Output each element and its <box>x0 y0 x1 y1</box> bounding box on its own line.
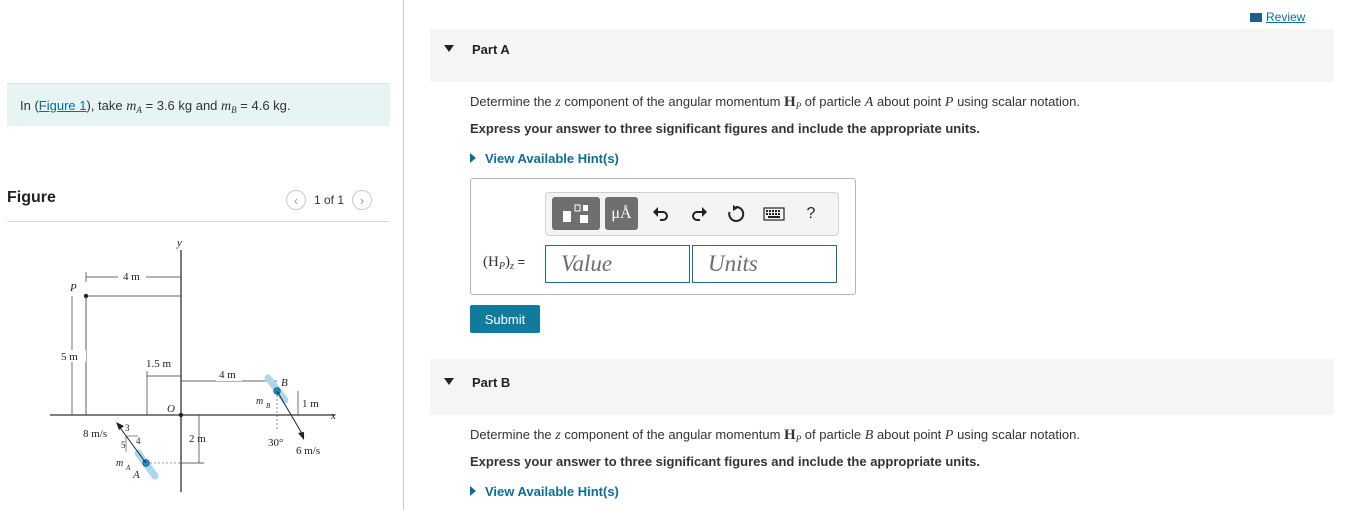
answer-label: (HP)z = <box>483 254 526 272</box>
templates-button[interactable] <box>552 197 600 230</box>
figure-pager: ‹ 1 of 1 › <box>286 190 373 210</box>
help-button[interactable]: ? <box>798 197 824 230</box>
mass-b-value: = 4.6 kg. <box>236 98 291 113</box>
x-axis-label: x <box>330 410 336 422</box>
slope-3: 3 <box>125 423 130 433</box>
part-a-header[interactable]: Part A <box>430 29 1334 82</box>
part-a-hint-toggle[interactable]: View Available Hint(s) <box>470 151 619 166</box>
part-a-title: Part A <box>472 42 510 57</box>
mass-b-symbol: m <box>221 99 232 114</box>
figure-title: Figure <box>7 189 56 206</box>
mass-b-sub: B <box>266 402 271 410</box>
left-panel: In (Figure 1), take mA = 3.6 kg and mB =… <box>0 0 403 510</box>
point-p-label: P <box>69 282 77 294</box>
units-input[interactable]: Units <box>692 245 837 283</box>
mass-b-label: m <box>256 396 263 407</box>
templates-icon <box>563 204 588 223</box>
reset-button[interactable] <box>723 197 749 230</box>
figure-divider <box>7 221 389 222</box>
velocity-b-label: 6 m/s <box>296 445 320 457</box>
next-figure-button[interactable]: › <box>352 190 373 210</box>
chevron-left-icon: ‹ <box>293 192 299 208</box>
problem-text: In ( <box>20 98 39 113</box>
part-b-header[interactable]: Part B <box>430 359 1334 415</box>
dim-1-5m: 1.5 m <box>146 358 172 370</box>
answer-box: μÅ ? (HP)z = Value Units <box>470 178 856 295</box>
review-label: Review <box>1266 10 1306 24</box>
dim-5m: 5 m <box>61 351 78 363</box>
mass-a-sub: A <box>125 464 131 472</box>
undo-button[interactable] <box>648 197 674 230</box>
part-b-title: Part B <box>472 375 511 390</box>
redo-button[interactable] <box>686 197 712 230</box>
figure-diagram: y x O P 4 m 5 m 1.5 m 4 m B m B 30° 6 m/… <box>50 237 336 492</box>
origin-point <box>178 412 184 418</box>
keyboard-icon <box>763 206 785 221</box>
part-b-instruction: Express your answer to three significant… <box>470 454 980 469</box>
panel-divider <box>403 0 404 510</box>
dim-4m-top: 4 m <box>123 271 140 283</box>
collapse-triangle-icon[interactable] <box>444 45 454 52</box>
figure-link[interactable]: Figure 1 <box>39 98 87 113</box>
part-b-hint-toggle[interactable]: View Available Hint(s) <box>470 484 619 499</box>
submit-button[interactable]: Submit <box>470 305 540 333</box>
collapse-triangle-icon[interactable] <box>444 378 454 385</box>
figure-page-count: 1 of 1 <box>314 193 345 207</box>
review-link[interactable]: Review <box>1250 10 1305 24</box>
mass-a-value: = 3.6 kg <box>141 98 193 113</box>
prev-figure-button[interactable]: ‹ <box>286 190 306 210</box>
mass-a-label: m <box>116 458 123 469</box>
angle-label: 30° <box>268 437 283 449</box>
slope-5: 5 <box>121 440 126 450</box>
mass-a-symbol: m <box>126 99 137 114</box>
velocity-a-label: 8 m/s <box>83 428 107 440</box>
origin-label: O <box>167 403 175 415</box>
problem-text: and <box>192 98 222 113</box>
undo-icon <box>653 206 668 221</box>
point-a-label: A <box>132 469 140 481</box>
point-b-label: B <box>281 377 288 389</box>
chevron-right-icon: › <box>359 192 365 208</box>
dim-1m: 1 m <box>302 398 319 410</box>
dim-4m-mid: 4 m <box>219 369 236 381</box>
redo-icon <box>692 206 707 221</box>
book-icon <box>1250 13 1262 22</box>
keyboard-button[interactable] <box>759 197 789 230</box>
slope-4: 4 <box>136 436 141 446</box>
caret-right-icon <box>470 486 476 496</box>
symbols-button[interactable]: μÅ <box>605 197 638 230</box>
part-a-question: Determine the z component of the angular… <box>470 94 1080 111</box>
value-input[interactable]: Value <box>545 245 690 283</box>
part-a-instruction: Express your answer to three significant… <box>470 121 980 136</box>
math-toolbar: μÅ ? <box>545 192 839 236</box>
problem-text: ), take <box>86 98 127 113</box>
y-axis-label: y <box>176 237 182 249</box>
dim-2m: 2 m <box>189 433 206 445</box>
problem-statement: In (Figure 1), take mA = 3.6 kg and mB =… <box>7 83 390 126</box>
caret-right-icon <box>470 153 476 163</box>
part-b-question: Determine the z component of the angular… <box>470 427 1080 444</box>
reset-icon <box>728 204 745 222</box>
